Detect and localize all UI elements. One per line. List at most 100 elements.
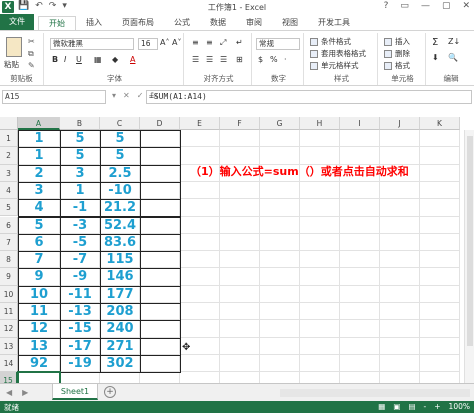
tab-review[interactable]: 审阅	[236, 16, 272, 30]
normal-view-icon[interactable]: ▦	[378, 402, 385, 411]
align-middle-icon[interactable]: ≡	[206, 38, 213, 47]
add-sheet-button[interactable]: +	[104, 386, 116, 398]
align-top-icon[interactable]: ≡	[192, 38, 199, 47]
help-icon[interactable]: ?	[384, 1, 389, 11]
sort-filter-button[interactable]: Z↓	[448, 37, 460, 46]
tab-view[interactable]: 视图	[272, 16, 308, 30]
column-header-f[interactable]: F	[220, 117, 260, 130]
zoom-level[interactable]: 100%	[449, 402, 470, 411]
row-header-5[interactable]: 5	[0, 199, 18, 217]
merge-center-icon[interactable]: ⊞	[236, 55, 243, 64]
wrap-text-icon[interactable]: ↵	[236, 38, 243, 47]
column-header-h[interactable]: H	[300, 117, 340, 130]
tab-developer[interactable]: 开发工具	[308, 16, 360, 30]
tab-insert[interactable]: 插入	[76, 16, 112, 30]
cell-border	[100, 181, 141, 201]
align-left-icon[interactable]: ☰	[192, 55, 199, 64]
delete-cells-button[interactable]: 删除	[384, 48, 410, 59]
row-header-3[interactable]: 3	[0, 164, 18, 182]
insert-cells-button[interactable]: 插入	[384, 36, 410, 47]
copy-icon[interactable]: ⧉	[28, 49, 34, 59]
row-header-12[interactable]: 12	[0, 320, 18, 338]
page-break-view-icon[interactable]: ▤	[408, 402, 415, 411]
align-right-icon[interactable]: ☰	[220, 55, 227, 64]
cell-styles-button[interactable]: 单元格样式	[310, 60, 359, 71]
select-all-corner[interactable]	[0, 117, 18, 130]
borders-icon[interactable]: ▦	[94, 55, 102, 64]
row-header-2[interactable]: 2	[0, 147, 18, 165]
sheet-prev-icon[interactable]: ◀	[6, 388, 12, 397]
column-header-k[interactable]: K	[420, 117, 460, 130]
cancel-icon[interactable]: ✕	[123, 91, 130, 100]
underline-button[interactable]: U	[76, 55, 82, 64]
close-icon[interactable]: ✕	[462, 1, 470, 11]
fill-color-icon[interactable]: ◆	[112, 55, 118, 64]
row-header-9[interactable]: 9	[0, 268, 18, 286]
sheet-next-icon[interactable]: ▶	[22, 388, 28, 397]
page-layout-view-icon[interactable]: ▣	[393, 402, 400, 411]
column-header-i[interactable]: I	[340, 117, 380, 130]
autosum-button[interactable]: Σ	[432, 37, 438, 48]
column-header-j[interactable]: J	[380, 117, 420, 130]
fill-icon[interactable]: ⬇	[432, 53, 439, 62]
row-header-1[interactable]: 1	[0, 130, 18, 148]
formula-input[interactable]: =SUM(A1:A14)	[146, 90, 472, 104]
name-box[interactable]: A15	[2, 90, 106, 104]
grow-font-button[interactable]: A˄	[160, 38, 169, 47]
row-header-7[interactable]: 7	[0, 233, 18, 252]
row-header-15[interactable]: 15	[0, 372, 18, 383]
ribbon-display-icon[interactable]: ▭	[400, 1, 409, 11]
tab-page-layout[interactable]: 页面布局	[112, 16, 164, 30]
find-select-button[interactable]: 🔍	[448, 53, 458, 62]
column-header-a[interactable]: A	[18, 117, 60, 130]
row-header-4[interactable]: 4	[0, 181, 18, 200]
tab-sheet1[interactable]: Sheet1	[52, 384, 98, 400]
comma-button[interactable]: ·	[284, 55, 287, 64]
row-header-10[interactable]: 10	[0, 285, 18, 303]
format-cells-button[interactable]: 格式	[384, 60, 410, 71]
maximize-icon[interactable]: ▢	[442, 1, 451, 11]
format-painter-icon[interactable]: ✎	[28, 61, 35, 70]
column-header-d[interactable]: D	[140, 117, 180, 130]
font-size-select[interactable]: 16	[138, 38, 158, 50]
font-name-select[interactable]: 微软雅黑	[50, 38, 134, 50]
zoom-in-button[interactable]: +	[434, 402, 440, 411]
paste-icon[interactable]	[6, 37, 22, 57]
row-header-6[interactable]: 6	[0, 216, 18, 234]
status-right: ▦ ▣ ▤ - + 100%	[378, 402, 470, 411]
worksheet-grid[interactable]: A B C D E F G H I J K 1 2 3 4 5 6 7 8 9 10 11 12 13 14 15 1 1 2 3 4 5 6 7…	[0, 117, 474, 383]
currency-button[interactable]: $	[258, 55, 263, 64]
cut-icon[interactable]: ✂	[28, 37, 35, 46]
row-header-13[interactable]: 13	[0, 337, 18, 355]
namebox-dropdown-icon[interactable]: ▾	[112, 91, 116, 100]
row-header-8[interactable]: 8	[0, 251, 18, 269]
format-as-table-button[interactable]: 套用表格格式	[310, 48, 366, 59]
active-cell-a15[interactable]	[17, 371, 61, 383]
row-header-11[interactable]: 11	[0, 303, 18, 321]
bold-button[interactable]: B	[52, 55, 58, 64]
paste-button[interactable]: 粘贴	[4, 59, 19, 70]
column-header-e[interactable]: E	[180, 117, 220, 130]
percent-button[interactable]: %	[270, 55, 278, 64]
number-format-select[interactable]: 常规	[256, 38, 300, 50]
column-header-b[interactable]: B	[60, 117, 100, 130]
vertical-scrollbar[interactable]	[464, 130, 474, 383]
row-header-14[interactable]: 14	[0, 354, 18, 373]
font-color-button[interactable]: A	[130, 55, 135, 64]
vertical-scroll-thumb[interactable]	[467, 136, 473, 346]
align-center-icon[interactable]: ☰	[206, 55, 213, 64]
column-header-g[interactable]: G	[260, 117, 300, 130]
orientation-icon[interactable]: ⤢	[220, 38, 226, 48]
tab-formulas[interactable]: 公式	[164, 16, 200, 30]
tab-data[interactable]: 数据	[200, 16, 236, 30]
column-header-c[interactable]: C	[100, 117, 140, 130]
horizontal-scrollbar[interactable]	[280, 389, 470, 397]
enter-icon[interactable]: ✓	[137, 91, 144, 100]
minimize-icon[interactable]: —	[421, 1, 430, 11]
italic-button[interactable]: I	[64, 55, 66, 64]
tab-home[interactable]: 开始	[38, 16, 76, 30]
conditional-formatting-button[interactable]: 条件格式	[310, 36, 351, 47]
shrink-font-button[interactable]: A˅	[172, 38, 181, 47]
zoom-out-button[interactable]: -	[424, 402, 427, 411]
tab-file[interactable]: 文件	[0, 14, 34, 30]
